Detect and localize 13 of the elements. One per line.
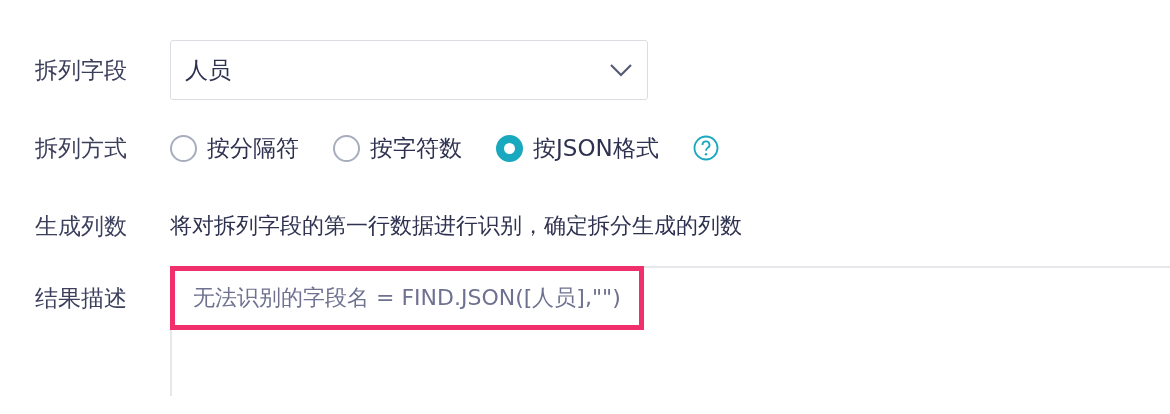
- hint-text: 将对拆列字段的第一行数据进行识别，确定拆分生成的列数: [170, 212, 742, 240]
- radio-option[interactable]: 按分隔符: [170, 132, 299, 164]
- field-label: 结果描述: [34, 284, 128, 313]
- field-label: 生成列数: [34, 211, 128, 241]
- radio-option[interactable]: 按字符数: [333, 132, 462, 164]
- formula-text: 无法识别的字段名 = FIND.JSON([人员],""): [193, 285, 621, 310]
- field-label: 拆列字段: [34, 55, 128, 85]
- caret-icon: [609, 63, 633, 77]
- description-field[interactable]: 无法识别的字段名 = FIND.JSON([人员],""): [170, 266, 1170, 396]
- field-select[interactable]: 人员: [170, 40, 648, 100]
- help-icon[interactable]: [692, 135, 719, 161]
- field-label: 拆列方式: [34, 133, 128, 163]
- radio-option[interactable]: 按JSON格式: [496, 132, 659, 164]
